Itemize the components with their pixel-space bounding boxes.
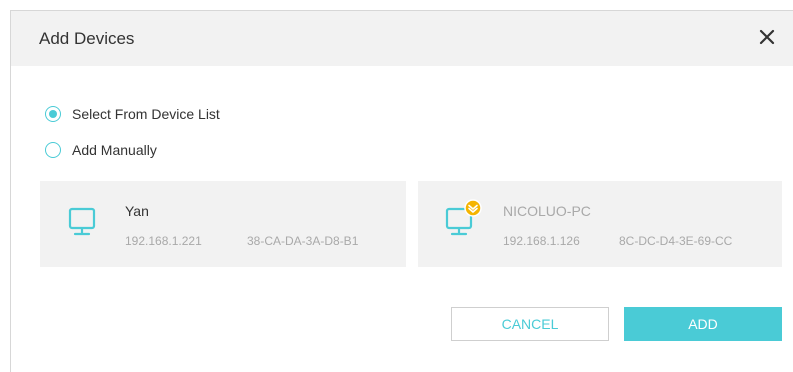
add-devices-dialog: Add Devices Select From Device List Add … <box>10 10 793 372</box>
radio-button-unchecked[interactable] <box>45 142 61 158</box>
radio-select-from-list[interactable]: Select From Device List <box>45 106 220 122</box>
dialog-header: Add Devices <box>11 11 793 66</box>
radio-label-add-manually: Add Manually <box>72 142 157 158</box>
device-mac: 8C-DC-D4-3E-69-CC <box>619 234 733 248</box>
radio-label-select-from-list: Select From Device List <box>72 106 220 122</box>
monitor-icon <box>68 205 110 245</box>
device-card-yan[interactable]: Yan 192.168.1.221 38-CA-DA-3A-D8-B1 <box>40 181 406 267</box>
device-card-nicoluo-pc[interactable]: NICOLUO-PC 192.168.1.126 8C-DC-D4-3E-69-… <box>418 181 782 267</box>
device-ip: 192.168.1.126 <box>503 234 580 248</box>
cancel-button[interactable]: CANCEL <box>451 307 609 341</box>
device-ip: 192.168.1.221 <box>125 234 202 248</box>
device-mac: 38-CA-DA-3A-D8-B1 <box>247 234 359 248</box>
device-name: NICOLUO-PC <box>503 203 591 219</box>
dialog-title: Add Devices <box>39 29 135 48</box>
close-icon[interactable] <box>755 25 779 49</box>
radio-button-checked[interactable] <box>45 106 61 122</box>
device-name: Yan <box>125 203 149 219</box>
radio-add-manually[interactable]: Add Manually <box>45 142 157 158</box>
add-button[interactable]: ADD <box>624 307 782 341</box>
blocked-status-icon <box>464 199 482 217</box>
